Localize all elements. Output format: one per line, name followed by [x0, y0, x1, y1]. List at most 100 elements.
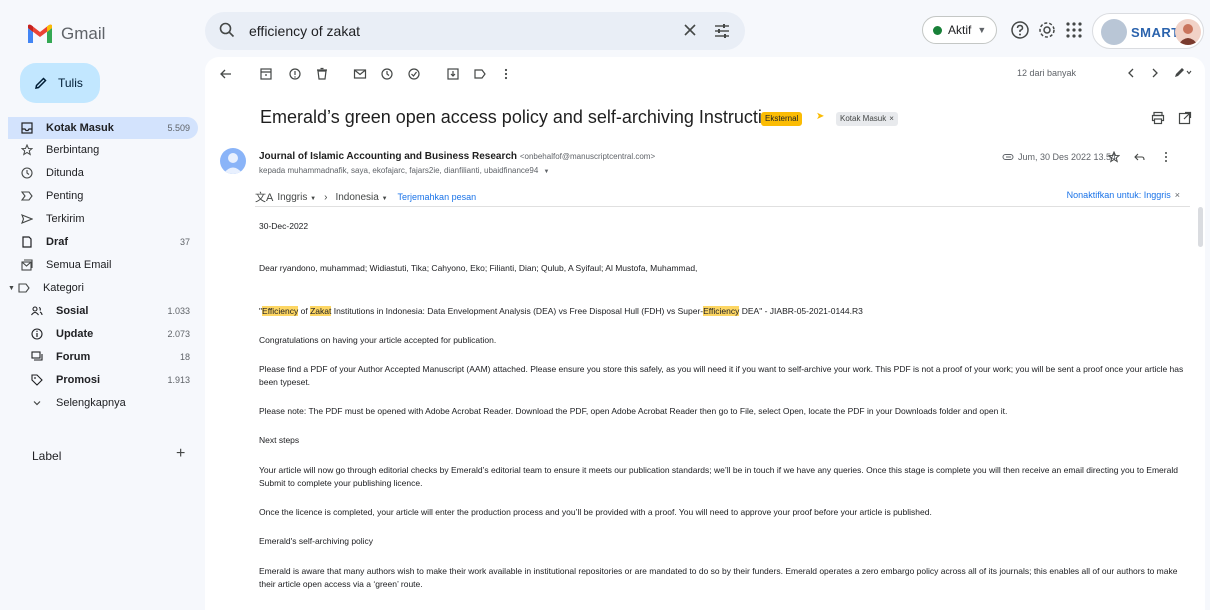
sidebar-item-forums[interactable]: Forum 18	[30, 346, 198, 368]
sidebar-item-more[interactable]: Selengkapnya	[30, 392, 198, 414]
sidebar-item-snoozed[interactable]: Ditunda	[20, 162, 198, 184]
inbox-tag-label: Kotak Masuk	[840, 114, 887, 123]
caret-down-icon: ▼	[381, 195, 388, 202]
recipients-dropdown[interactable]: kepada muhammadnafik, saya, ekofajarc, f…	[259, 166, 549, 175]
report-spam-icon[interactable]	[288, 67, 302, 81]
chevron-left-icon[interactable]	[1125, 67, 1137, 79]
sidebar-item-promotions[interactable]: Promosi 1.913	[30, 369, 198, 391]
sidebar-item-label: Kotak Masuk	[46, 122, 114, 134]
search-input[interactable]	[249, 21, 669, 41]
clock-icon	[20, 166, 34, 180]
status-dropdown[interactable]: Aktif ▼	[922, 16, 998, 44]
app-name: Gmail	[61, 24, 106, 43]
gear-icon[interactable]	[1037, 20, 1057, 40]
sidebar-item-drafts[interactable]: Draf 37	[20, 231, 198, 253]
draft-icon	[20, 235, 34, 249]
pencil-icon	[35, 77, 47, 89]
target-language-dropdown[interactable]: Indonesia ▼	[335, 192, 387, 203]
disable-translation-link[interactable]: Nonaktifkan untuk: Inggris ×	[1067, 190, 1180, 200]
open-new-window-icon[interactable]	[1178, 111, 1192, 125]
archive-icon[interactable]	[259, 67, 273, 81]
sidebar-item-label: Draf	[46, 236, 69, 248]
print-icon[interactable]	[1151, 111, 1165, 125]
remove-label-icon[interactable]: ×	[889, 114, 894, 123]
add-label-button[interactable]: +	[176, 445, 185, 463]
important-icon	[20, 189, 34, 203]
sidebar-item-inbox[interactable]: Kotak Masuk 5.509	[8, 117, 198, 139]
back-arrow-icon[interactable]	[219, 67, 233, 81]
apps-grid-icon[interactable]	[1064, 20, 1084, 40]
inbox-tag[interactable]: Kotak Masuk ×	[836, 112, 898, 126]
search-highlight: Zakat	[310, 306, 332, 316]
gmail-m-icon	[28, 24, 52, 43]
external-tag: Eksternal	[761, 112, 803, 126]
translate-icon: 文A	[255, 192, 274, 204]
body-policy-paragraph: Emerald is aware that many authors wish …	[259, 566, 1178, 589]
sidebar-item-categories[interactable]: ▼ Kategori	[8, 277, 198, 299]
more-vert-icon[interactable]	[1160, 151, 1172, 163]
source-language: Inggris	[277, 191, 308, 203]
account-switcher[interactable]: SMART	[1092, 13, 1204, 49]
move-to-icon[interactable]	[446, 67, 460, 81]
sender-avatar[interactable]	[220, 148, 246, 174]
sidebar-item-social[interactable]: Sosial 1.033	[30, 300, 198, 322]
sender-line: Journal of Islamic Accounting and Busine…	[259, 151, 655, 162]
compose-label: Tulis	[58, 76, 83, 90]
disable-translation-label: Nonaktifkan untuk: Inggris	[1066, 190, 1171, 200]
reply-icon[interactable]	[1133, 151, 1145, 163]
body-congrats: Congratulations on having your article a…	[259, 335, 497, 345]
close-icon[interactable]	[681, 21, 699, 39]
chevron-right-icon[interactable]	[1149, 67, 1161, 79]
sidebar-item-important[interactable]: Penting	[20, 185, 198, 207]
clock-icon[interactable]	[380, 67, 394, 81]
title-part: Institutions in Indonesia: Data Envelopm…	[331, 306, 704, 316]
send-icon	[20, 212, 34, 226]
avatar[interactable]	[1175, 19, 1201, 45]
gmail-logo[interactable]: Gmail	[27, 20, 105, 48]
sidebar-item-count: 5.509	[167, 123, 190, 133]
body-greeting: Dear ryandono, muhammad; Widiastuti, Tik…	[259, 263, 698, 273]
email-toolbar: 12 dari banyak	[205, 57, 1205, 91]
sidebar-item-label: Selengkapnya	[56, 397, 126, 409]
translate-controls: 文A Inggris ▼ › Indonesia ▼ Terjemahkan p…	[255, 189, 476, 205]
translate-message-link[interactable]: Terjemahkan pesan	[398, 192, 477, 202]
tune-icon[interactable]	[713, 22, 731, 40]
close-icon[interactable]: ×	[1175, 190, 1180, 200]
pagination-label: 12 dari banyak	[1017, 68, 1077, 78]
help-icon[interactable]	[1010, 20, 1030, 40]
body-next-steps: Next steps	[259, 435, 300, 445]
sidebar-item-label: Semua Email	[46, 259, 112, 271]
input-tools-icon[interactable]	[1173, 67, 1193, 79]
add-task-icon[interactable]	[407, 67, 421, 81]
sidebar-item-label: Update	[56, 328, 94, 340]
search-icon[interactable]	[219, 22, 235, 38]
all-mail-icon	[20, 258, 34, 272]
source-language-dropdown[interactable]: Inggris ▼	[277, 192, 316, 203]
body-editorial-paragraph: Your article will now go through editori…	[259, 465, 1178, 488]
org-name: SMART	[1131, 25, 1180, 40]
star-icon[interactable]	[1108, 151, 1120, 163]
sidebar-item-label: Forum	[56, 351, 91, 363]
search-bar[interactable]	[205, 12, 745, 50]
important-marker-icon[interactable]: ➤	[816, 111, 824, 122]
trash-icon[interactable]	[315, 67, 329, 81]
compose-button[interactable]: Tulis	[20, 63, 100, 103]
sidebar-item-all-mail[interactable]: Semua Email	[20, 254, 198, 276]
sender-name: Journal of Islamic Accounting and Busine…	[259, 151, 518, 162]
sidebar-item-count: 37	[179, 237, 190, 247]
scrollbar[interactable]	[1198, 207, 1203, 247]
label-icon[interactable]	[473, 67, 487, 81]
sidebar-item-sent[interactable]: Terkirim	[20, 208, 198, 230]
body-article-title: "Efficiency of Zakat Institutions in Ind…	[259, 305, 1189, 318]
sidebar-item-label: Penting	[46, 190, 84, 202]
more-vert-icon[interactable]	[499, 67, 513, 81]
mark-unread-icon[interactable]	[353, 67, 367, 81]
caret-down-icon: ▼	[8, 284, 15, 292]
search-highlight: Efficiency	[262, 306, 299, 316]
sidebar-item-starred[interactable]: Berbintang	[20, 139, 198, 161]
title-part: of	[298, 306, 311, 316]
sidebar-item-label: Promosi	[56, 374, 101, 386]
sidebar-item-updates[interactable]: Update 2.073	[30, 323, 198, 345]
sidebar-item-count: 1.913	[167, 375, 190, 385]
email-date-text: Jum, 30 Des 2022 13.54	[1018, 152, 1117, 162]
